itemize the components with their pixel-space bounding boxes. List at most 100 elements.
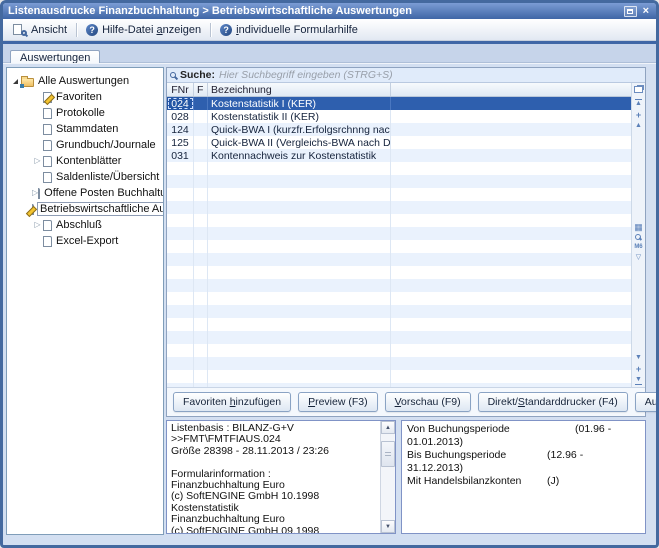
- document-icon: [43, 140, 52, 151]
- restore-icon: [627, 9, 633, 14]
- scrollbar-track[interactable]: [381, 434, 395, 520]
- column-header-bezeichnung[interactable]: Bezeichnung: [208, 83, 391, 96]
- auswertung-drucken-button[interactable]: Auswertung drucken: [635, 392, 659, 412]
- toolbar: Ansicht ? Hilfe-Datei anzeigen ? individ…: [3, 19, 656, 41]
- window-title: Listenausdrucke Finanzbuchhaltung > Betr…: [8, 5, 412, 17]
- table-row[interactable]: 124 Quick-BWA I (kurzfr.Erfolgsrchnng na…: [167, 123, 631, 136]
- tree-item-label: Favoriten: [56, 91, 102, 103]
- navigation-tree-panel: Alle Auswertungen Favoriten Protokolle S…: [6, 67, 164, 535]
- table-row-selected[interactable]: 024 Kostenstatistik I (KER): [167, 97, 631, 110]
- toolbar-separator: [76, 23, 77, 37]
- tree-item-betriebswirtschaftliche-auswertungen[interactable]: Betriebswirtschaftliche Auswertungen: [7, 201, 163, 217]
- info-scrollbar[interactable]: ▲ ▼: [380, 421, 395, 533]
- report-parameters-panel: Von Buchungsperiode(01.96 - 01.01.2013) …: [401, 420, 646, 534]
- tree-item-protokolle[interactable]: Protokolle: [7, 105, 163, 121]
- table-row[interactable]: 028 Kostenstatistik II (KER): [167, 110, 631, 123]
- tree-item-abschluss[interactable]: ▷ Abschluß: [7, 217, 163, 233]
- tree-item-label: Excel-Export: [56, 235, 118, 247]
- table-header-row: FNr F Bezeichnung: [167, 83, 631, 97]
- memo-icon[interactable]: M6: [634, 243, 642, 251]
- action-button-bar: Favoriten hinzufügen Preview (F3) Vorsch…: [167, 387, 645, 416]
- table-side-toolbar: ▲ + ▲ ▦ M6 ▽ ▼ + ▼: [631, 83, 645, 387]
- help-icon: ?: [86, 24, 98, 36]
- direkt-standarddrucker-button[interactable]: Direkt/Standarddrucker (F4): [478, 392, 628, 412]
- report-list-panel: Suche: FNr F Bezeichnung 024: [166, 67, 646, 417]
- search-bar: Suche:: [167, 68, 645, 83]
- document-icon: [43, 220, 52, 231]
- row-up-icon[interactable]: ▲: [635, 122, 642, 130]
- document-icon: [43, 124, 52, 135]
- tab-strip: Auswertungen: [3, 44, 656, 63]
- grid-options-icon[interactable]: ▦: [634, 223, 643, 231]
- filter-icon[interactable]: ▽: [636, 254, 641, 262]
- ansicht-button[interactable]: Ansicht: [7, 22, 73, 38]
- column-header-fnr[interactable]: FNr: [167, 83, 194, 96]
- cell-fnr: 024: [167, 97, 194, 110]
- report-table: FNr F Bezeichnung 024 Kostenstatistik I …: [167, 83, 631, 387]
- tree-item-label: Saldenliste/Übersicht: [56, 171, 159, 183]
- tree-item-favoriten[interactable]: Favoriten: [7, 89, 163, 105]
- tree-item-label: Grundbuch/Journale: [56, 139, 156, 151]
- tree-item-alle-auswertungen[interactable]: Alle Auswertungen: [7, 73, 163, 89]
- triangle-expanded-icon[interactable]: [13, 79, 18, 84]
- tree-item-saldenliste[interactable]: Saldenliste/Übersicht: [7, 169, 163, 185]
- scroll-to-bottom-icon[interactable]: ▼: [635, 376, 642, 385]
- cell-bezeichnung: Quick-BWA II (Vergleichs-BWA nach Datev): [208, 136, 391, 149]
- cell-empty: [391, 123, 631, 136]
- toolbar-separator: [210, 23, 211, 37]
- preview-button[interactable]: Preview (F3): [298, 392, 378, 412]
- row-down-icon[interactable]: ▼: [635, 354, 642, 362]
- hilfe-datei-button[interactable]: ? Hilfe-Datei anzeigen: [80, 22, 207, 38]
- tree-item-stammdaten[interactable]: Stammdaten: [7, 121, 163, 137]
- close-button[interactable]: ×: [641, 6, 651, 17]
- cell-bezeichnung: Kostenstatistik II (KER): [208, 110, 391, 123]
- table-row[interactable]: 031 Kontennachweis zur Kostenstatistik: [167, 149, 631, 162]
- formularhilfe-label: individuelle Formularhilfe: [236, 24, 358, 36]
- hilfe-datei-label: Hilfe-Datei anzeigen: [102, 24, 201, 36]
- column-header-f[interactable]: F: [194, 83, 208, 96]
- search-label: Suche:: [180, 69, 215, 81]
- table-row[interactable]: 125 Quick-BWA II (Vergleichs-BWA nach Da…: [167, 136, 631, 149]
- param-row: Mit Handelsbilanzkonten(J): [407, 475, 640, 488]
- grid-line: [207, 162, 208, 387]
- page-up-icon[interactable]: +: [636, 111, 641, 119]
- page-down-icon[interactable]: +: [636, 365, 641, 373]
- tree-item-label: Alle Auswertungen: [38, 75, 129, 87]
- document-edit-icon: [32, 204, 34, 215]
- scrollbar-thumb[interactable]: [381, 441, 395, 467]
- app-window: Listenausdrucke Finanzbuchhaltung > Betr…: [0, 0, 659, 548]
- tree-item-grundbuch-journale[interactable]: Grundbuch/Journale: [7, 137, 163, 153]
- tree-item-label: Kontenblätter: [56, 155, 121, 167]
- table-body: 024 Kostenstatistik I (KER) 028 Kostenst…: [167, 97, 631, 387]
- favoriten-hinzufuegen-button[interactable]: Favoriten hinzufügen: [173, 392, 291, 412]
- tree-item-excel-export[interactable]: Excel-Export: [7, 233, 163, 249]
- scrollbar-down-icon[interactable]: ▼: [381, 520, 395, 533]
- cell-f: [194, 123, 208, 136]
- cell-fnr: 125: [167, 136, 194, 149]
- vorschau-button[interactable]: Vorschau (F9): [385, 392, 471, 412]
- param-label: Von Buchungsperiode: [407, 423, 575, 436]
- zoom-icon[interactable]: [635, 234, 641, 240]
- list-info-panel: Listenbasis : BILANZ-G+V >>FMT\FMTFIAUS.…: [166, 420, 396, 534]
- param-label: Bis Buchungsperiode: [407, 449, 547, 462]
- title-bar: Listenausdrucke Finanzbuchhaltung > Betr…: [3, 3, 656, 19]
- chevron-right-icon[interactable]: ▷: [34, 221, 40, 229]
- tree-item-offene-posten[interactable]: ▷ Offene Posten Buchhaltung: [7, 185, 163, 201]
- folder-icon: [21, 78, 34, 87]
- cell-fnr: 028: [167, 110, 194, 123]
- cell-bezeichnung: Quick-BWA I (kurzfr.Erfolgsrchnng nach D…: [208, 123, 391, 136]
- column-chooser-icon[interactable]: [634, 86, 643, 93]
- tree-item-label: Abschluß: [56, 219, 102, 231]
- column-header-empty[interactable]: [391, 83, 631, 96]
- empty-rows-area: [167, 162, 631, 387]
- cell-f: [194, 110, 208, 123]
- scrollbar-up-icon[interactable]: ▲: [381, 421, 395, 434]
- tree-item-kontenblaetter[interactable]: ▷ Kontenblätter: [7, 153, 163, 169]
- document-icon: [38, 188, 40, 199]
- grid-line: [193, 162, 194, 387]
- restore-button[interactable]: [624, 6, 637, 17]
- chevron-right-icon[interactable]: ▷: [34, 157, 40, 165]
- search-input[interactable]: [219, 69, 642, 82]
- scroll-to-top-icon[interactable]: ▲: [635, 99, 642, 108]
- formularhilfe-button[interactable]: ? individuelle Formularhilfe: [214, 22, 364, 38]
